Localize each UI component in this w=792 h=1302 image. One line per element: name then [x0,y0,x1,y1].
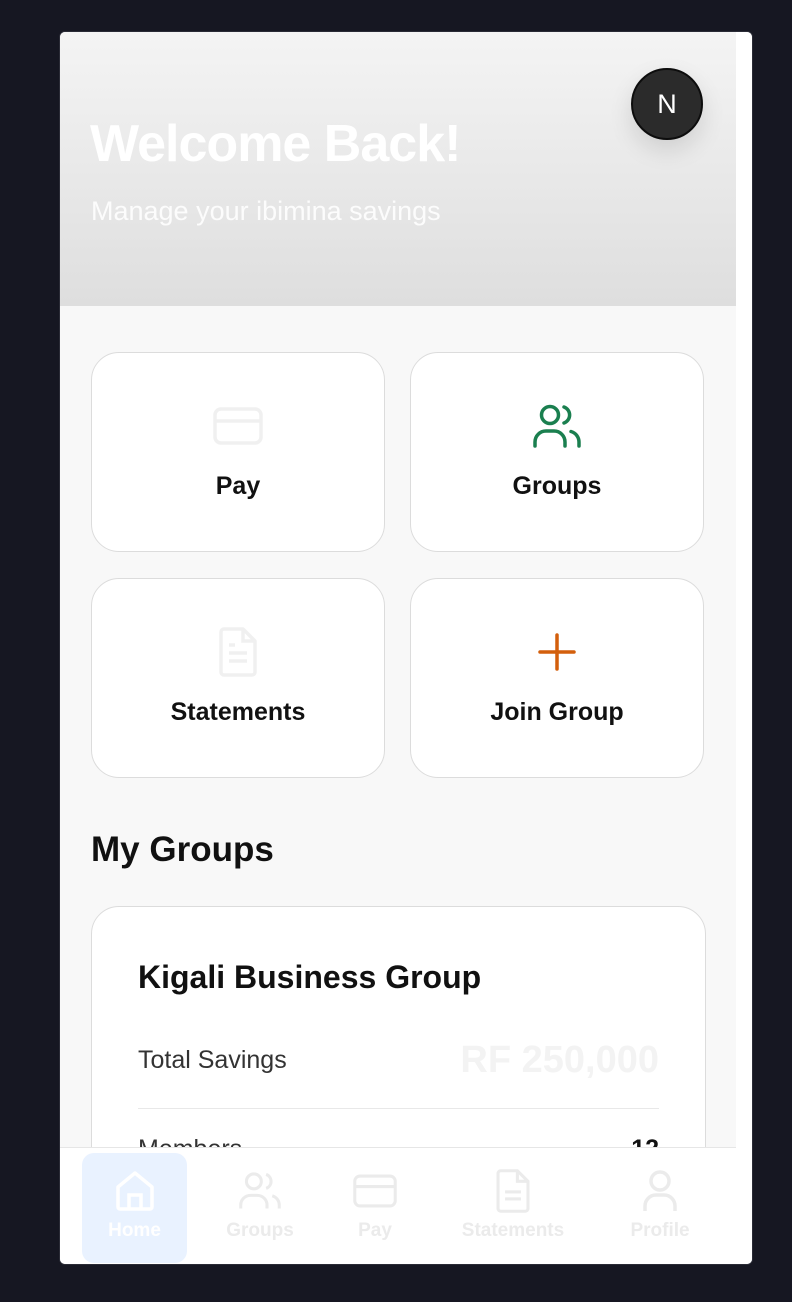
nav-groups[interactable]: Groups [210,1153,310,1263]
nav-pay[interactable]: Pay [335,1153,415,1263]
groups-action-button[interactable]: Groups [410,352,704,552]
users-icon [532,401,582,451]
page-subtitle: Manage your ibimina savings [91,196,441,226]
avatar-initial: N [657,88,677,119]
document-icon [490,1168,536,1214]
nav-profile[interactable]: Profile [615,1153,705,1263]
credit-card-icon [352,1168,398,1214]
total-savings-label: Total Savings [138,1046,287,1074]
join-group-action-label: Join Group [490,698,624,726]
app-screen: Welcome Back! Manage your ibimina saving… [59,31,753,1265]
nav-statements-label: Statements [461,1220,565,1241]
group-name: Kigali Business Group [138,959,482,995]
my-groups-heading: My Groups [91,830,274,869]
bottom-navigation: Home Groups Pay Statements Profile [60,1147,736,1264]
statements-action-label: Statements [170,698,306,726]
nav-home-label: Home [108,1220,161,1241]
nav-statements[interactable]: Statements [452,1153,574,1263]
credit-card-icon [213,401,263,451]
welcome-header: Welcome Back! Manage your ibimina saving… [60,32,736,306]
pay-action-label: Pay [215,472,261,500]
nav-pay-label: Pay [358,1220,392,1241]
nav-profile-label: Profile [630,1220,690,1241]
divider [138,1108,659,1109]
nav-groups-label: Groups [226,1220,294,1241]
statements-action-button[interactable]: Statements [91,578,385,778]
join-group-action-button[interactable]: Join Group [410,578,704,778]
avatar[interactable]: N [631,68,703,140]
scroll-gutter [736,32,752,1264]
document-icon [213,627,263,677]
pay-action-button[interactable]: Pay [91,352,385,552]
page-title: Welcome Back! [90,115,461,173]
home-icon [112,1168,158,1214]
total-savings-value: RF 250,000 [460,1039,659,1081]
groups-action-label: Groups [512,472,602,500]
user-icon [637,1168,683,1214]
users-icon [237,1168,283,1214]
plus-icon [532,627,582,677]
nav-home[interactable]: Home [82,1153,187,1263]
